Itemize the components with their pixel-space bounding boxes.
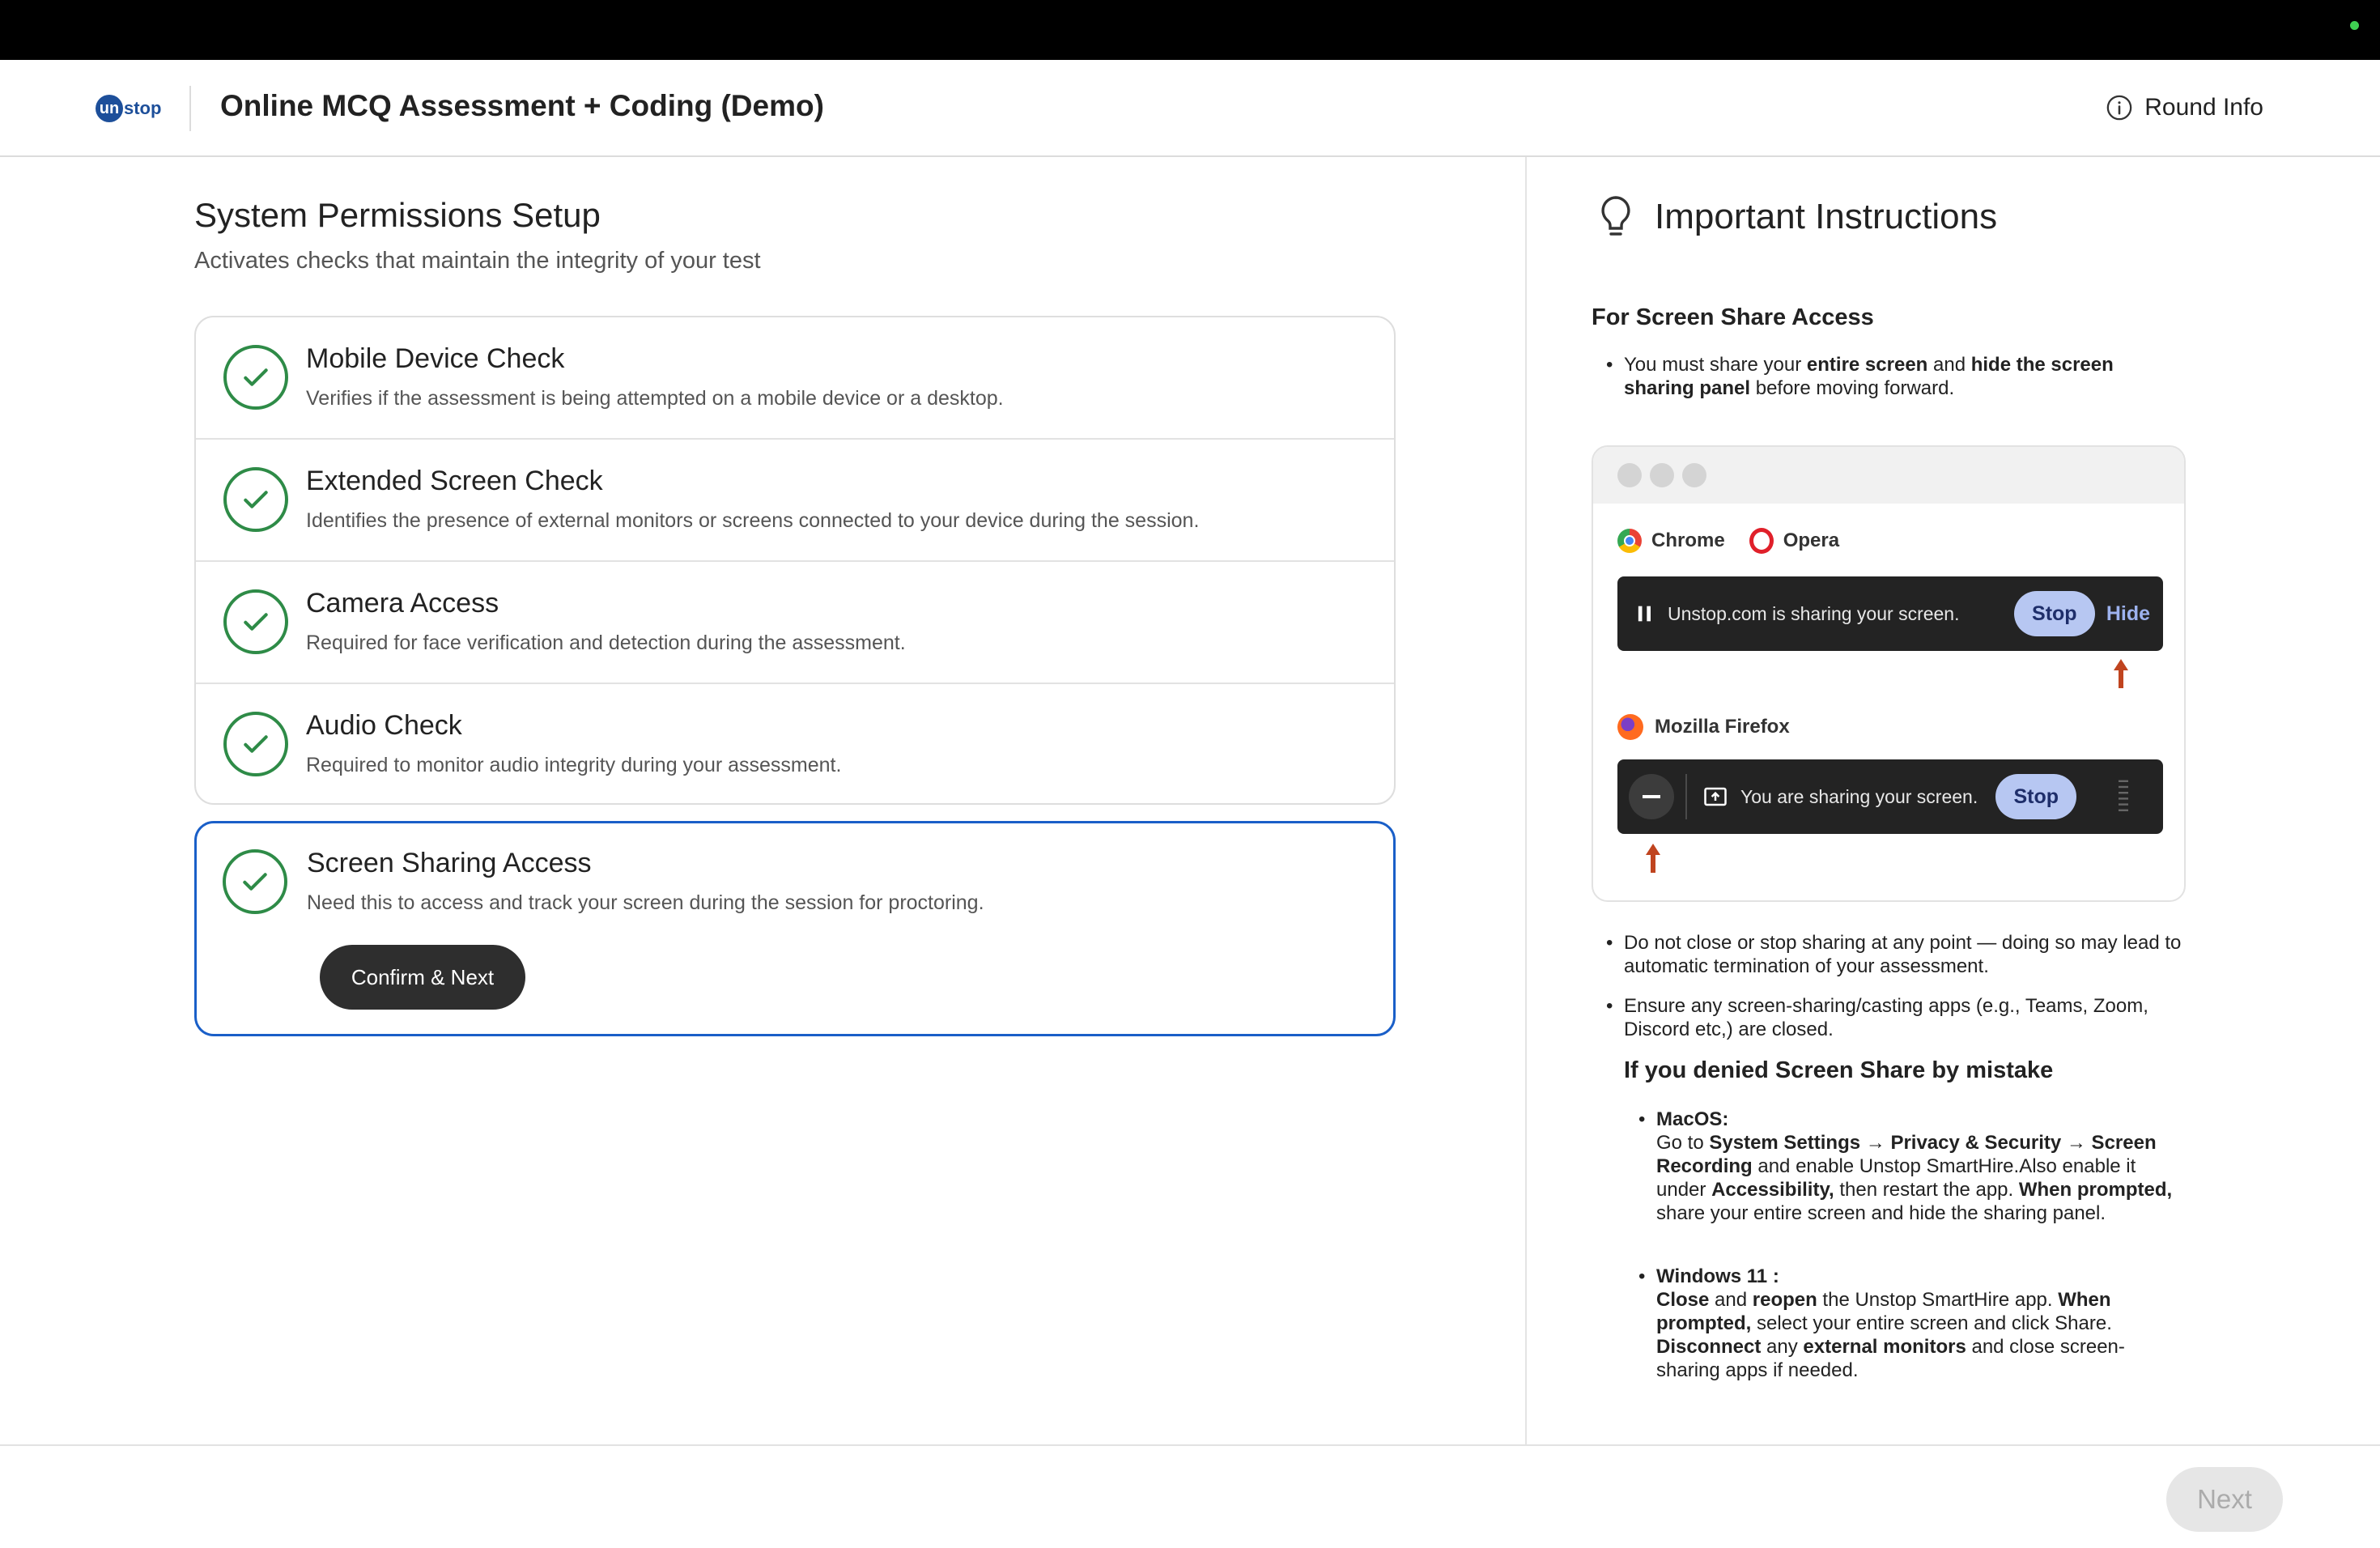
chrome-opera-label: Chrome Opera <box>1617 528 1839 554</box>
arrow-up-icon <box>1646 844 1660 873</box>
unstop-logo: un stop <box>96 94 161 123</box>
header: un stop Online MCQ Assessment + Coding (… <box>0 60 2380 157</box>
stop-button: Stop <box>1995 774 2077 819</box>
check-circle-icon <box>223 345 288 410</box>
macos-steps: MacOS: Go to System Settings → Privacy &… <box>1638 1108 2182 1225</box>
minimize-icon <box>1629 774 1674 819</box>
status-dot-icon <box>2350 21 2359 30</box>
logo-mark: un <box>96 95 123 122</box>
instructions-header: Important Instructions <box>1596 194 1997 240</box>
firefox-share-bar: You are sharing your screen. Stop <box>1617 759 2163 834</box>
chrome-share-bar: Unstop.com is sharing your screen. Stop … <box>1617 576 2163 651</box>
check-circle-icon <box>223 712 288 776</box>
confirm-next-button[interactable]: Confirm & Next <box>320 945 525 1010</box>
top-system-bar <box>0 0 2380 60</box>
firefox-share-text: You are sharing your screen. <box>1740 785 1978 807</box>
round-info-button[interactable]: Round Info <box>2106 94 2263 121</box>
check-title: Audio Check <box>306 710 462 741</box>
check-row: Camera Access Required for face verifica… <box>196 562 1394 684</box>
screen-share-card: Screen Sharing Access Need this to acces… <box>194 821 1396 1036</box>
instruction-bullet: You must share your entire screen and hi… <box>1606 353 2174 400</box>
firefox-icon <box>1617 714 1643 740</box>
section-title: System Permissions Setup <box>194 196 601 234</box>
round-info-label: Round Info <box>2144 94 2263 121</box>
screen-share-icon <box>1704 787 1727 806</box>
drag-handle-icon <box>2119 780 2129 811</box>
arrow-up-icon <box>2114 659 2128 688</box>
header-divider <box>189 86 191 131</box>
check-desc: Verifies if the assessment is being atte… <box>306 387 1004 410</box>
screen-share-desc: Need this to access and track your scree… <box>307 891 984 914</box>
section-subtitle: Activates checks that maintain the integ… <box>194 248 761 274</box>
denied-heading: If you denied Screen Share by mistake <box>1624 1057 2054 1083</box>
pause-icon <box>1638 606 1651 622</box>
demo-window-bar <box>1593 447 2184 504</box>
instructions-heading: Important Instructions <box>1655 197 1998 236</box>
stop-button: Stop <box>2013 591 2095 636</box>
logo-text: stop <box>124 98 162 118</box>
instruction-bullet: Ensure any screen-sharing/casting apps (… <box>1606 994 2182 1041</box>
screen-share-subheading: For Screen Share Access <box>1592 304 1874 330</box>
checks-card: Mobile Device Check Verifies if the asse… <box>194 316 1396 805</box>
check-circle-icon <box>223 849 287 914</box>
info-icon <box>2106 95 2132 121</box>
screen-share-demo: Chrome Opera Unstop.com is sharing your … <box>1592 445 2186 902</box>
check-title: Mobile Device Check <box>306 343 565 374</box>
check-row: Extended Screen Check Identifies the pre… <box>196 440 1394 562</box>
check-title: Extended Screen Check <box>306 466 603 496</box>
permissions-panel: System Permissions Setup Activates check… <box>0 157 1525 1444</box>
window-dot-icon <box>1617 463 1642 487</box>
page-title: Online MCQ Assessment + Coding (Demo) <box>220 89 824 122</box>
window-dot-icon <box>1682 463 1706 487</box>
check-circle-icon <box>223 589 288 654</box>
firefox-label: Mozilla Firefox <box>1617 714 1790 740</box>
check-row: Mobile Device Check Verifies if the asse… <box>196 317 1394 440</box>
chrome-icon <box>1617 529 1642 553</box>
check-desc: Required to monitor audio integrity duri… <box>306 754 842 776</box>
window-dot-icon <box>1650 463 1674 487</box>
opera-icon <box>1749 528 1774 554</box>
footer: Next <box>0 1444 2380 1548</box>
check-title: Camera Access <box>306 588 499 619</box>
check-circle-icon <box>223 467 288 532</box>
chrome-share-text: Unstop.com is sharing your screen. <box>1668 602 1960 624</box>
screen-share-title: Screen Sharing Access <box>307 848 592 878</box>
instructions-panel: Important Instructions For Screen Share … <box>1527 157 2380 1444</box>
check-row: Audio Check Required to monitor audio in… <box>196 684 1394 803</box>
check-desc: Identifies the presence of external moni… <box>306 509 1200 532</box>
next-button[interactable]: Next <box>2166 1467 2283 1532</box>
lightbulb-icon <box>1601 196 1630 236</box>
instruction-bullet: Do not close or stop sharing at any poin… <box>1606 931 2182 978</box>
check-desc: Required for face verification and detec… <box>306 632 906 654</box>
hide-button: Hide <box>2106 602 2150 625</box>
windows-steps: Windows 11 : Close and reopen the Unstop… <box>1638 1265 2182 1382</box>
